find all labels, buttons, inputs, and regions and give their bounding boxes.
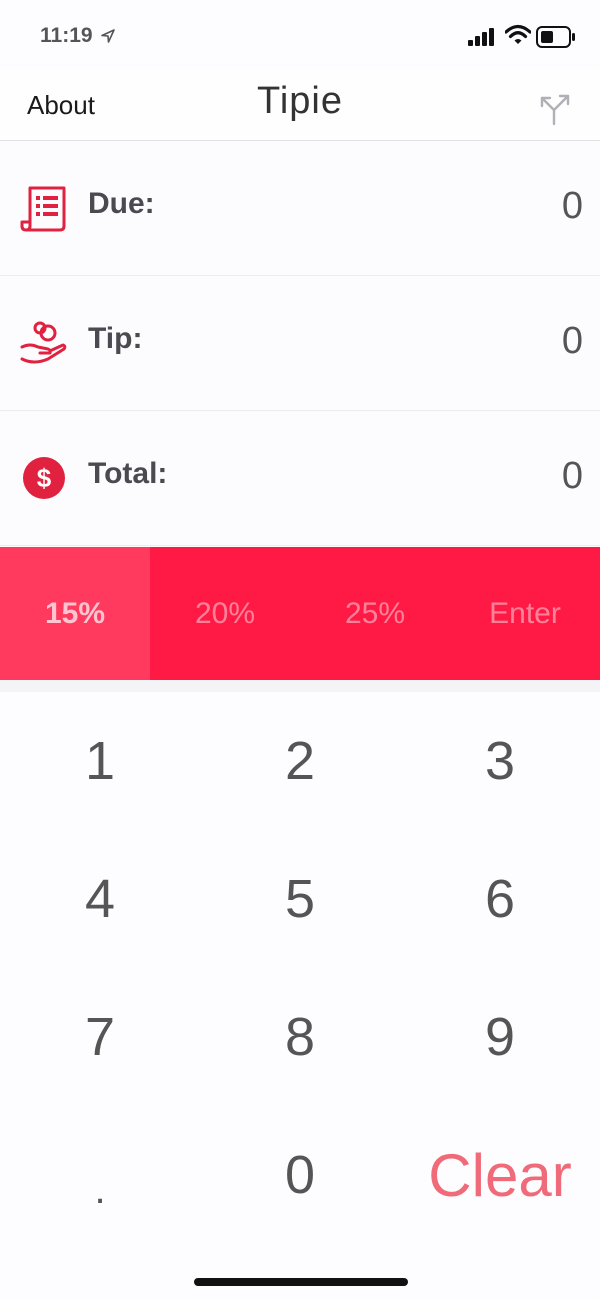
tip-value: 0: [561, 320, 583, 362]
key-4[interactable]: 4: [0, 830, 200, 968]
cell-signal-icon: [468, 28, 494, 46]
receipt-icon: [20, 186, 66, 232]
tip-percentage-bar: 15% 20% 25% Enter: [0, 547, 600, 680]
tip-option-20[interactable]: 20%: [150, 547, 300, 680]
tip-option-15[interactable]: 15%: [0, 547, 150, 680]
keypad-divider: [0, 680, 600, 692]
total-value: 0: [561, 455, 583, 497]
tip-label: Tip:: [88, 322, 143, 355]
dollar-coin-icon: $: [23, 457, 65, 499]
location-arrow-icon: [101, 29, 115, 43]
status-time: 11:19: [40, 24, 93, 47]
key-7[interactable]: 7: [0, 968, 200, 1106]
tip-option-25[interactable]: 25%: [300, 547, 450, 680]
key-9[interactable]: 9: [400, 968, 600, 1106]
svg-text:$: $: [37, 463, 52, 493]
total-row[interactable]: $ Total: 0: [0, 411, 600, 546]
clear-button[interactable]: Clear: [400, 1106, 600, 1244]
key-5[interactable]: 5: [200, 830, 400, 968]
home-indicator[interactable]: [194, 1278, 408, 1286]
status-bar: 11:19: [0, 0, 600, 70]
share-fork-icon[interactable]: [536, 88, 576, 128]
hand-coin-icon: [20, 321, 67, 364]
total-label: Total:: [88, 457, 168, 490]
wifi-icon: [505, 24, 531, 44]
tip-row[interactable]: Tip: 0: [0, 276, 600, 411]
key-3[interactable]: 3: [400, 692, 600, 830]
keypad: 1 2 3 4 5 6 7 8 9 . 0 Clear: [0, 692, 600, 1244]
nav-bar: About Tipie: [0, 70, 600, 141]
about-button[interactable]: About: [27, 90, 95, 121]
key-2[interactable]: 2: [200, 692, 400, 830]
due-label: Due:: [88, 187, 155, 220]
key-decimal[interactable]: .: [0, 1106, 200, 1244]
tip-option-enter[interactable]: Enter: [450, 547, 600, 680]
key-1[interactable]: 1: [0, 692, 200, 830]
key-0[interactable]: 0: [200, 1106, 400, 1244]
key-8[interactable]: 8: [200, 968, 400, 1106]
due-value: 0: [561, 185, 583, 227]
due-row[interactable]: Due: 0: [0, 141, 600, 276]
battery-icon: [536, 26, 575, 48]
key-6[interactable]: 6: [400, 830, 600, 968]
